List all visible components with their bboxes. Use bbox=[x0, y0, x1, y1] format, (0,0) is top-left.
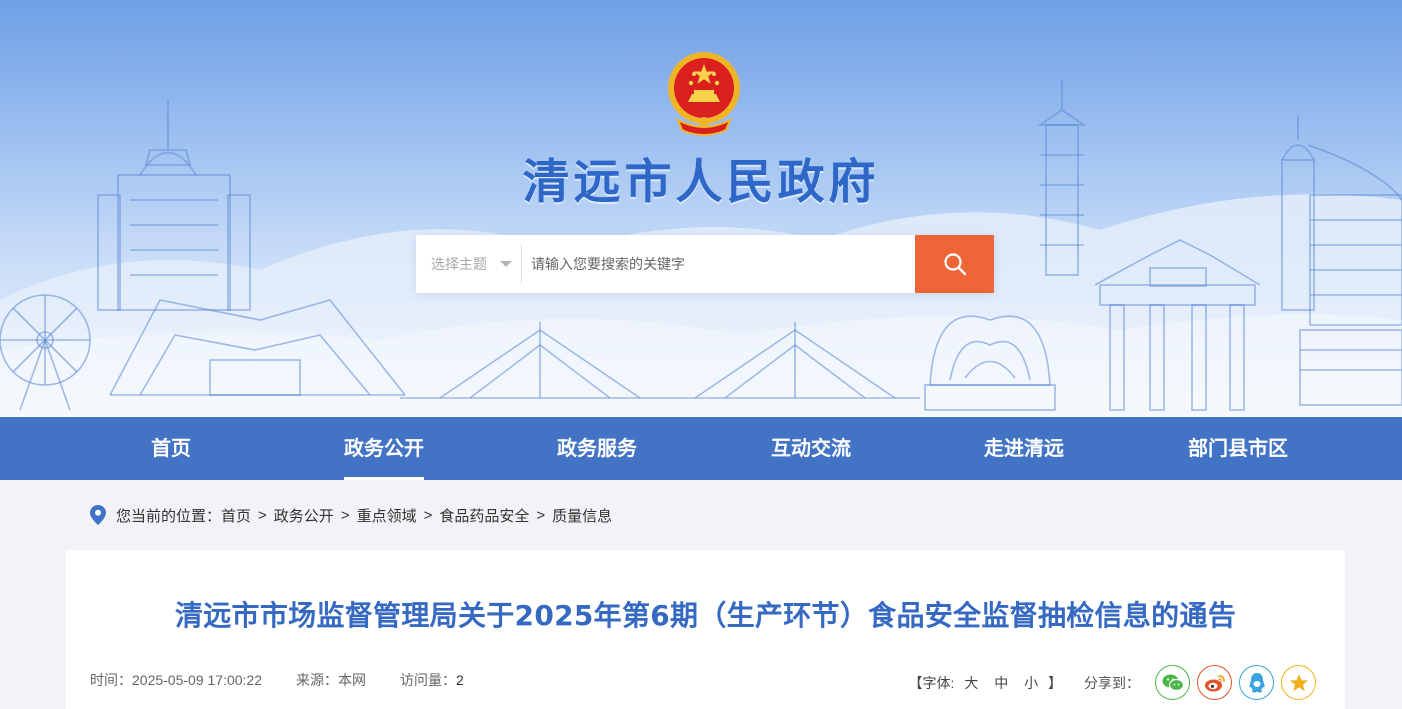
share-qzone-button[interactable] bbox=[1281, 665, 1316, 700]
article-title: 清远市市场监督管理局关于2025年第6期（生产环节）食品安全监督抽检信息的通告 bbox=[174, 599, 1237, 632]
search-bar: 选择主题 bbox=[416, 235, 994, 293]
font-size-close: 】 bbox=[1048, 674, 1062, 691]
breadcrumb-separator: > bbox=[536, 506, 546, 524]
chevron-down-icon bbox=[500, 261, 512, 267]
breadcrumb-home[interactable]: 首页 bbox=[221, 505, 251, 526]
font-size-open: 【字体: bbox=[908, 674, 955, 691]
breadcrumb: 您当前的位置： 首页 > 政务公开 > 重点领域 > 食品药品安全 > 质量信息 bbox=[90, 503, 612, 527]
breadcrumb-government-affairs-open[interactable]: 政务公开 bbox=[274, 505, 334, 526]
font-size-small-button[interactable]: 小 bbox=[1024, 675, 1038, 691]
visit-count-value: 2 bbox=[456, 672, 464, 688]
share-weibo-button[interactable] bbox=[1197, 665, 1232, 700]
national-emblem-icon bbox=[668, 52, 740, 136]
visit-count: 访问量：2 bbox=[400, 670, 464, 690]
share-label: 分享到： bbox=[1084, 674, 1140, 691]
article-source: 来源：本网 bbox=[296, 670, 366, 690]
main-nav: 首页 政务公开 政务服务 互动交流 走进清远 部门县市区 bbox=[0, 417, 1402, 480]
search-input[interactable] bbox=[522, 235, 915, 293]
font-size-switcher: 【字体: 大 中 小 】 bbox=[909, 673, 1062, 693]
breadcrumb-prefix: 您当前的位置： bbox=[116, 507, 222, 525]
nav-item-interaction[interactable]: 互动交流 bbox=[751, 417, 871, 480]
breadcrumb-quality-info[interactable]: 质量信息 bbox=[552, 505, 612, 526]
qzone-icon bbox=[1289, 673, 1308, 691]
qq-icon bbox=[1248, 672, 1265, 692]
source-label: 来源： bbox=[296, 672, 338, 688]
nav-item-departments[interactable]: 部门县市区 bbox=[1168, 417, 1308, 480]
search-icon bbox=[943, 253, 966, 276]
header-banner: 清远市人民政府 选择主题 bbox=[0, 0, 1402, 417]
article-tools: 【字体: 大 中 小 】 分享到： bbox=[909, 665, 1316, 700]
location-pin-icon bbox=[90, 505, 106, 525]
share-wechat-button[interactable] bbox=[1155, 665, 1190, 700]
wechat-icon bbox=[1162, 674, 1184, 691]
search-button[interactable] bbox=[915, 235, 994, 293]
breadcrumb-key-areas[interactable]: 重点领域 bbox=[357, 505, 417, 526]
font-size-large-button[interactable]: 大 bbox=[964, 675, 978, 691]
breadcrumb-separator: > bbox=[340, 506, 350, 524]
visit-count-label: 访问量： bbox=[400, 672, 456, 688]
publish-time-label: 时间： bbox=[90, 672, 132, 688]
publish-time-value: 2025-05-09 17:00:22 bbox=[132, 672, 262, 688]
site-title: 清远市人民政府 bbox=[522, 155, 880, 210]
font-size-medium-button[interactable]: 中 bbox=[994, 675, 1008, 691]
breadcrumb-separator: > bbox=[258, 506, 267, 524]
weibo-icon bbox=[1204, 674, 1225, 691]
breadcrumb-food-drug-safety[interactable]: 食品药品安全 bbox=[439, 505, 529, 526]
nav-item-government-affairs-open[interactable]: 政务公开 bbox=[324, 417, 444, 480]
source-value: 本网 bbox=[338, 672, 366, 688]
article-meta: 时间：2025-05-09 17:00:22 来源：本网 访问量：2 bbox=[90, 670, 498, 690]
share-qq-button[interactable] bbox=[1239, 665, 1274, 700]
nav-item-home[interactable]: 首页 bbox=[121, 417, 221, 480]
publish-time: 时间：2025-05-09 17:00:22 bbox=[90, 670, 262, 690]
nav-item-about-qingyuan[interactable]: 走进清远 bbox=[964, 417, 1084, 480]
article-card: 清远市市场监督管理局关于2025年第6期（生产环节）食品安全监督抽检信息的通告 … bbox=[66, 550, 1345, 709]
breadcrumb-separator: > bbox=[423, 506, 433, 524]
nav-item-government-services[interactable]: 政务服务 bbox=[537, 417, 657, 480]
topic-select-label: 选择主题 bbox=[431, 256, 487, 272]
topic-select[interactable]: 选择主题 bbox=[416, 235, 521, 293]
